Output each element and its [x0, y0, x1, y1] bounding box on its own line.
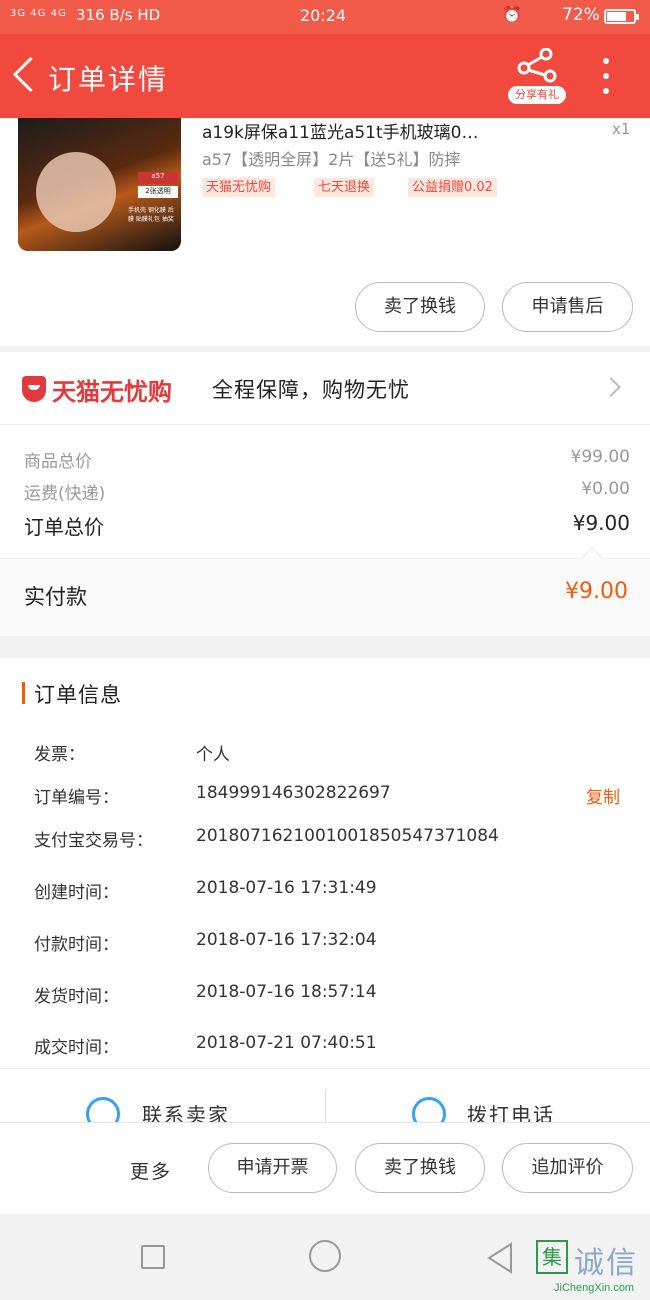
thumbnail-hand-image: [36, 152, 116, 232]
share-button[interactable]: 分享有礼: [508, 48, 566, 104]
amount-paid-row: 实付款 ¥9.00: [0, 546, 650, 636]
back-button[interactable]: [10, 54, 40, 94]
chevron-right-icon: [601, 377, 621, 397]
info-value: 个人: [196, 745, 230, 765]
amount-paid-value: ¥9.00: [565, 579, 628, 604]
order-total-value: ¥9.00: [572, 511, 630, 535]
product-spec: a57【透明全屏】2片【送5礼】防摔: [202, 150, 461, 169]
product-title[interactable]: a19k屏保a11蓝光a51t手机玻璃0…: [202, 118, 552, 143]
contact-row: 联系卖家 拨打电话: [0, 1068, 650, 1122]
info-label: 创建时间：: [34, 883, 119, 903]
price-summary: 商品总价 ¥99.00 运费(快递) ¥0.00 订单总价 ¥9.00: [0, 424, 650, 558]
info-value: 2018071621001001850547371084: [196, 826, 499, 846]
more-actions-button[interactable]: 更多: [130, 1157, 172, 1184]
badge-charity-donation: 公益捐赠0.02: [408, 178, 497, 197]
back-triangle-icon[interactable]: [485, 1242, 517, 1274]
signal-indicator: 3G 4G 4G: [10, 8, 67, 19]
request-invoice-button[interactable]: 申请开票: [208, 1143, 337, 1193]
battery-icon: [604, 9, 639, 24]
info-label: 发货时间：: [34, 987, 119, 1007]
info-label: 发票：: [34, 745, 85, 765]
watermark-text: 诚信: [574, 1246, 638, 1281]
info-label: 成交时间：: [34, 1038, 119, 1058]
tmall-guarantee-slogan: 全程保障，购物无忧: [212, 378, 410, 402]
status-bar: 3G 4G 4G 316 B/s HD 20:24 ⏰ 72%: [0, 0, 650, 34]
bottom-action-bar: 更多 申请开票 卖了换钱 追加评价: [0, 1122, 650, 1214]
phone-icon: [412, 1097, 446, 1122]
product-thumbnail[interactable]: a57 2张透明 手机壳 钢化膜 后膜 贴膜礼包 抽奖: [18, 118, 181, 251]
add-review-button[interactable]: 追加评价: [502, 1143, 633, 1193]
call-phone-label: 拨打电话: [467, 1103, 555, 1122]
tmall-guarantee-name: 天猫无忧购: [52, 378, 172, 406]
order-total-label: 订单总价: [24, 515, 104, 539]
goods-total-label: 商品总价: [24, 452, 92, 472]
product-quantity: x1: [612, 120, 631, 138]
thumbnail-model-tag: a57: [138, 172, 178, 184]
battery-level: [607, 12, 626, 21]
contact-seller-button[interactable]: 联系卖家: [0, 1069, 325, 1122]
contact-seller-label: 联系卖家: [142, 1103, 230, 1122]
shipping-value: ¥0.00: [581, 479, 630, 499]
share-icon: [517, 48, 557, 83]
copy-order-number-button[interactable]: 复制: [586, 783, 620, 808]
amount-paid-label: 实付款: [24, 585, 87, 609]
share-label: 分享有礼: [508, 86, 566, 104]
more-menu-button[interactable]: [594, 54, 618, 98]
thumbnail-count-tag: 2张透明: [138, 186, 178, 198]
info-value: 2018-07-16 17:32:04: [196, 930, 377, 950]
info-value: 2018-07-16 18:57:14: [196, 982, 377, 1002]
goods-total-value: ¥99.00: [570, 447, 630, 467]
call-phone-button[interactable]: 拨打电话: [325, 1069, 650, 1122]
product-card[interactable]: a57 2张透明 手机壳 钢化膜 后膜 贴膜礼包 抽奖 a19k屏保a11蓝光a…: [0, 118, 650, 346]
section-accent-bar: [22, 682, 25, 704]
sell-for-cash-button[interactable]: 卖了换钱: [355, 282, 485, 332]
info-label: 支付宝交易号：: [34, 831, 153, 851]
nav-bar: 订单详情 分享有礼: [0, 34, 650, 118]
info-label: 付款时间：: [34, 935, 119, 955]
tmall-guarantee-banner[interactable]: 天猫无忧购 全程保障，购物无忧: [0, 352, 650, 424]
info-label: 订单编号：: [34, 788, 119, 808]
info-value[interactable]: 184999146302822697: [196, 783, 391, 803]
more-dot-icon: [603, 73, 609, 79]
watermark: 集 诚信 JiChengXin.com: [534, 1224, 650, 1300]
after-sales-button[interactable]: 申请售后: [502, 282, 633, 332]
more-dot-icon: [603, 88, 609, 94]
shipping-label: 运费(快递): [24, 484, 106, 504]
badge-tmall-worry-free: 天猫无忧购: [202, 178, 276, 197]
thumbnail-footer-text: 手机壳 钢化膜 后膜 贴膜礼包 抽奖: [128, 207, 174, 223]
page-title: 订单详情: [48, 63, 169, 96]
recent-apps-icon[interactable]: [141, 1245, 165, 1269]
network-speed: 316 B/s HD: [76, 6, 161, 24]
order-info-section: 订单信息 发票： 个人 订单编号： 184999146302822697 支付宝…: [0, 658, 650, 1122]
clock: 20:24: [300, 6, 347, 25]
system-nav-bar: 集 诚信 JiChengXin.com: [0, 1214, 650, 1300]
info-value: 2018-07-21 07:40:51: [196, 1033, 377, 1053]
watermark-logo-icon: 集: [536, 1240, 568, 1274]
battery-percent: 72%: [562, 5, 600, 25]
watermark-url: JiChengXin.com: [554, 1282, 635, 1294]
more-dot-icon: [603, 58, 609, 64]
home-icon[interactable]: [309, 1240, 341, 1272]
info-value: 2018-07-16 17:31:49: [196, 878, 377, 898]
sell-for-cash-bottom-button[interactable]: 卖了换钱: [355, 1143, 485, 1193]
order-info-title: 订单信息: [34, 683, 122, 707]
alarm-icon: ⏰: [502, 5, 522, 24]
badge-seven-day-return: 七天退换: [314, 178, 375, 197]
chat-icon: [86, 1097, 120, 1122]
tmall-shield-icon: [22, 376, 46, 402]
